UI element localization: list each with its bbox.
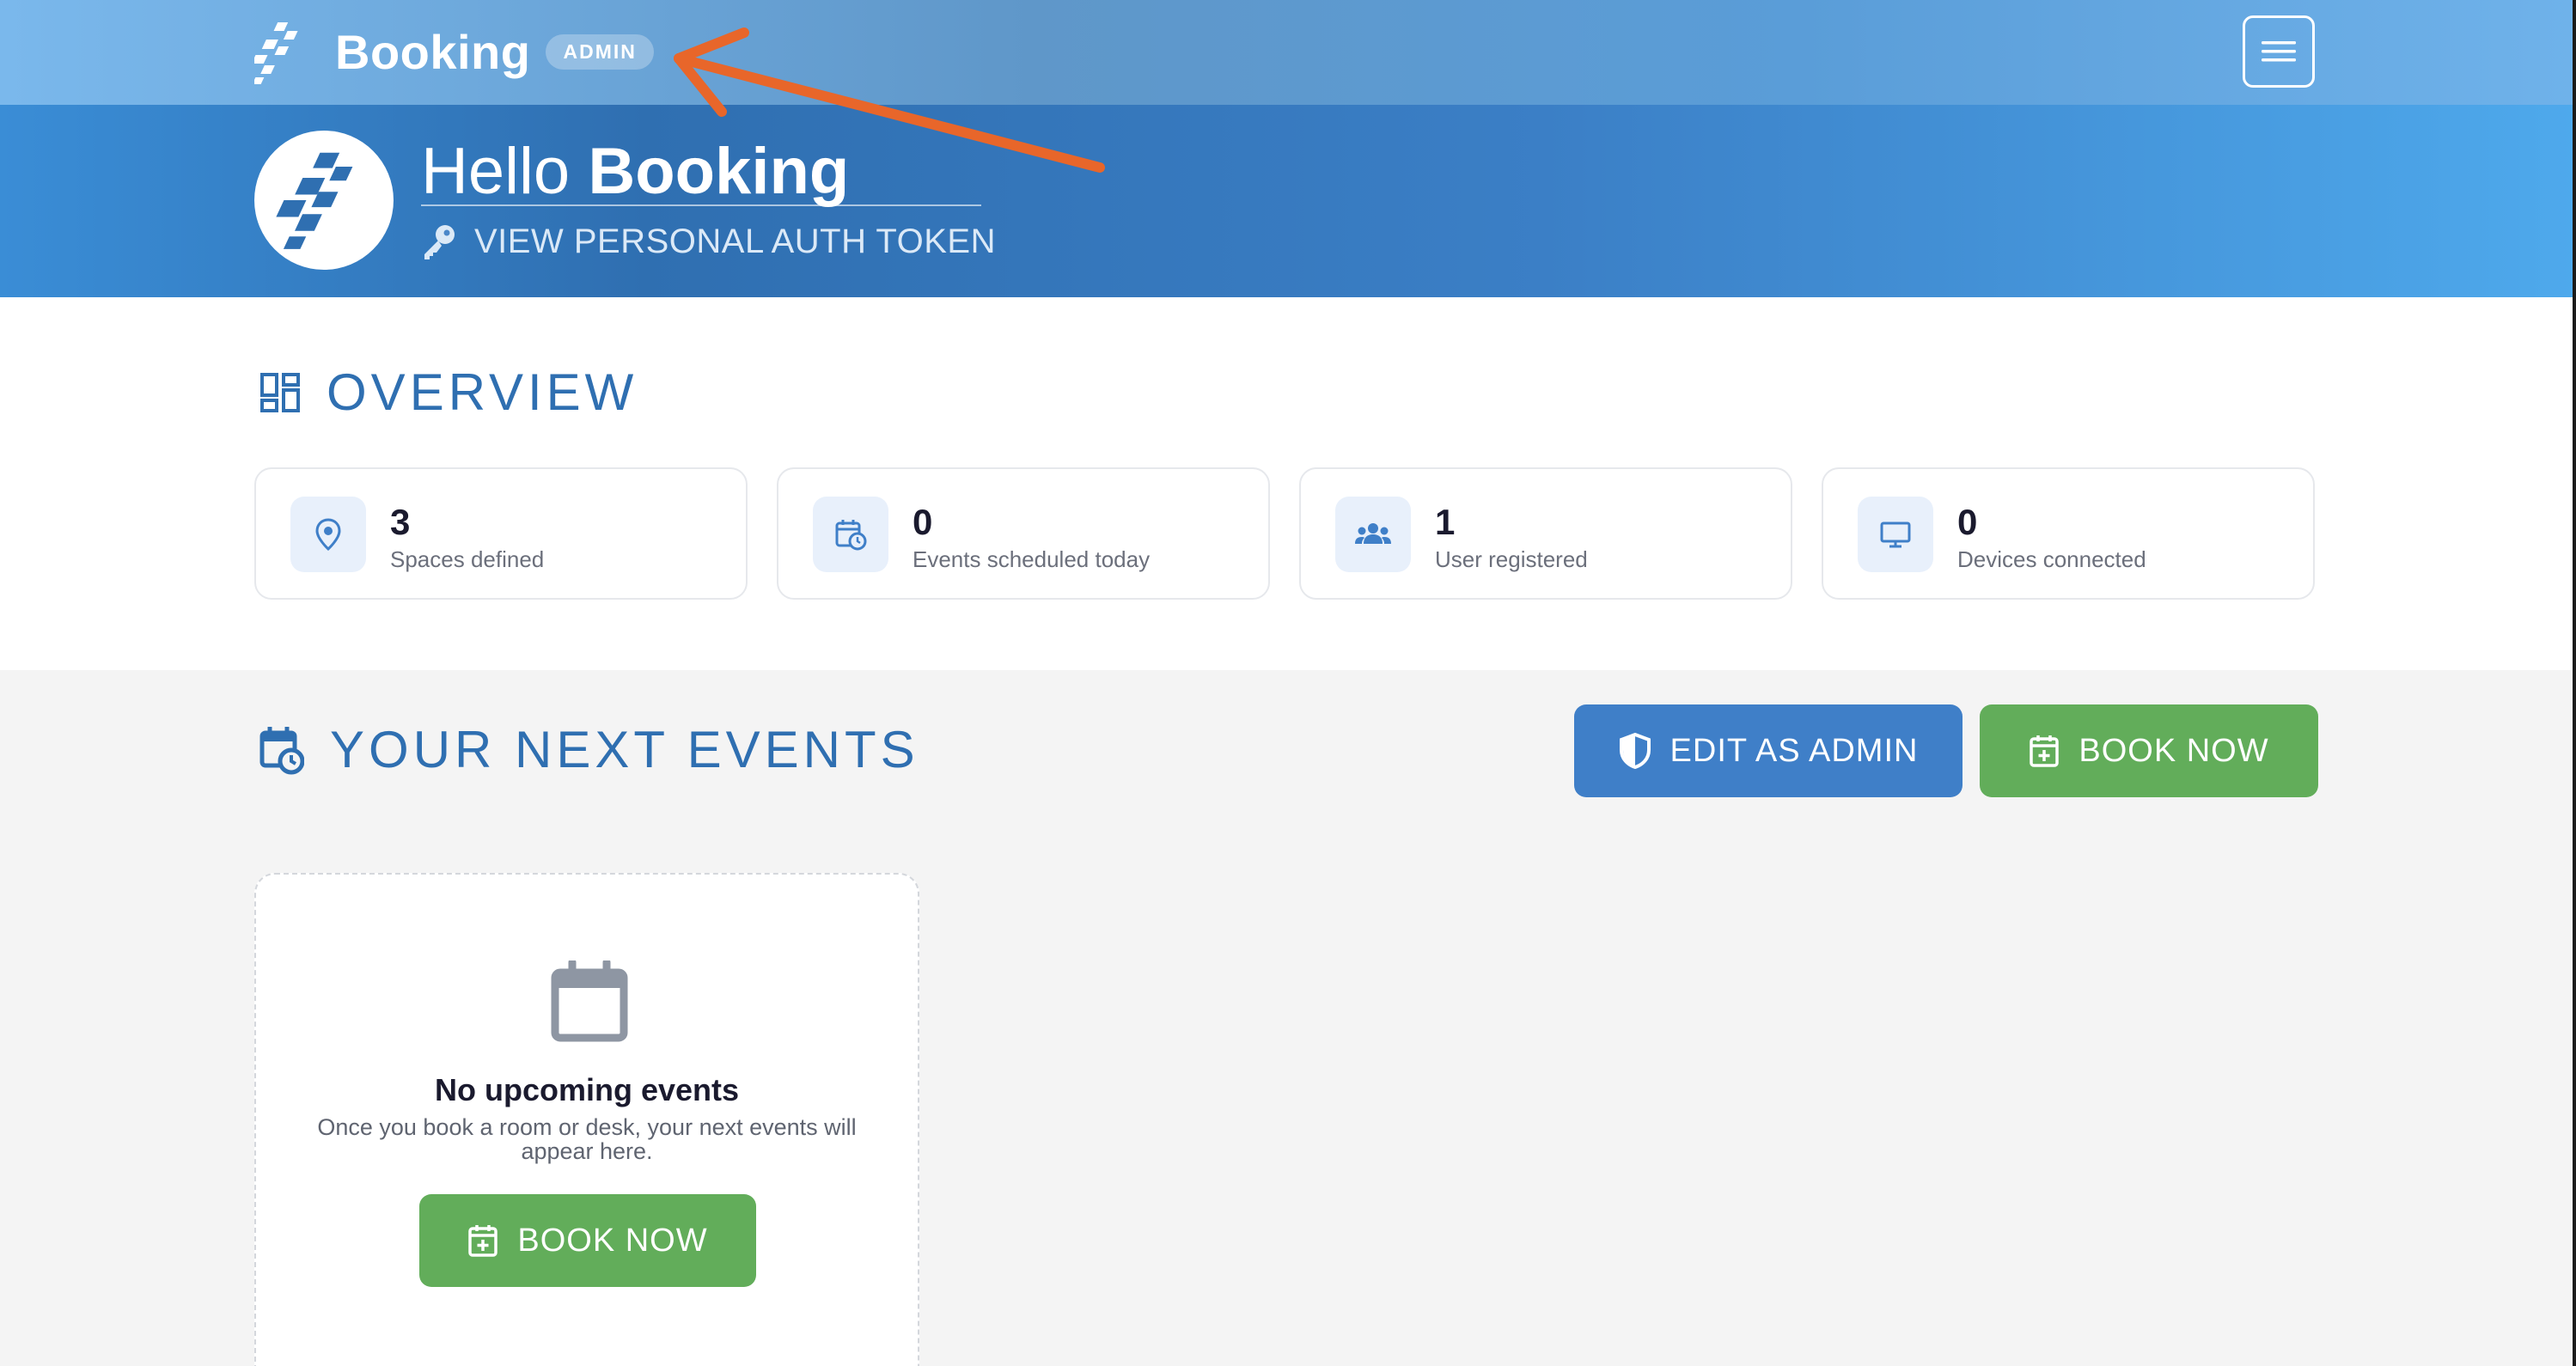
overview-section: OVERVIEW 3 Spaces defined 0 Events sched…	[0, 297, 2576, 670]
stat-value: 3	[390, 502, 411, 542]
empty-book-now-button[interactable]: BOOK NOW	[419, 1194, 756, 1287]
brand-logo-icon	[276, 152, 353, 249]
location-pin-icon	[290, 497, 366, 572]
stat-label: Spaces defined	[390, 546, 545, 572]
stat-card-spaces[interactable]: 3 Spaces defined	[254, 467, 748, 600]
app-window: Booking ADMIN Hello Booking VIEW PERSONA…	[0, 0, 2576, 1366]
calendar-icon	[551, 960, 628, 1042]
calendar-clock-icon	[259, 726, 304, 774]
avatar	[254, 131, 394, 270]
stat-value: 0	[913, 502, 933, 542]
empty-events-card: No upcoming events Once you book a room …	[254, 873, 919, 1366]
greeting-underline	[421, 204, 981, 206]
dashboard-icon	[260, 372, 300, 412]
edit-as-admin-button[interactable]: EDIT AS ADMIN	[1574, 704, 1963, 797]
next-events-title: YOUR NEXT EVENTS	[259, 720, 919, 779]
empty-title: No upcoming events	[434, 1072, 740, 1107]
book-now-button[interactable]: BOOK NOW	[1980, 704, 2318, 797]
stat-label: Events scheduled today	[913, 546, 1151, 572]
monitor-icon	[1858, 497, 1933, 572]
overview-title-text: OVERVIEW	[327, 363, 638, 421]
brand-logo-icon	[254, 22, 298, 84]
book-now-label: BOOK NOW	[2079, 732, 2269, 769]
overview-title: OVERVIEW	[259, 363, 638, 422]
stat-value: 0	[1957, 502, 1978, 542]
users-icon	[1335, 497, 1411, 572]
stat-card-users[interactable]: 1 User registered	[1299, 467, 1792, 600]
annotation-arrow	[674, 27, 1105, 173]
hamburger-icon	[2262, 41, 2296, 62]
calendar-clock-icon	[813, 497, 888, 572]
stat-label: Devices connected	[1957, 546, 2146, 572]
stat-card-events[interactable]: 0 Events scheduled today	[777, 467, 1270, 600]
next-events-title-text: YOUR NEXT EVENTS	[330, 721, 919, 778]
menu-toggle-button[interactable]	[2243, 15, 2315, 88]
auth-token-link[interactable]: VIEW PERSONAL AUTH TOKEN	[419, 222, 996, 261]
shield-icon	[1619, 733, 1651, 769]
admin-badge: ADMIN	[546, 34, 654, 70]
auth-token-label: VIEW PERSONAL AUTH TOKEN	[474, 222, 996, 260]
greeting-text: Hello	[421, 135, 571, 208]
brand[interactable]: Booking ADMIN	[254, 17, 654, 86]
window-edge	[2573, 0, 2576, 1366]
empty-description: Once you book a room or desk, your next …	[317, 1114, 857, 1164]
stat-card-devices[interactable]: 0 Devices connected	[1822, 467, 2315, 600]
stat-label: User registered	[1435, 546, 1588, 572]
key-icon	[424, 225, 455, 259]
calendar-plus-icon	[2030, 735, 2060, 767]
calendar-plus-icon	[468, 1225, 498, 1257]
stat-value: 1	[1435, 502, 1456, 542]
edit-as-admin-label: EDIT AS ADMIN	[1670, 732, 1919, 769]
brand-name: Booking	[335, 24, 531, 79]
top-navbar: Booking ADMIN	[0, 0, 2576, 105]
empty-book-now-label: BOOK NOW	[517, 1222, 708, 1259]
